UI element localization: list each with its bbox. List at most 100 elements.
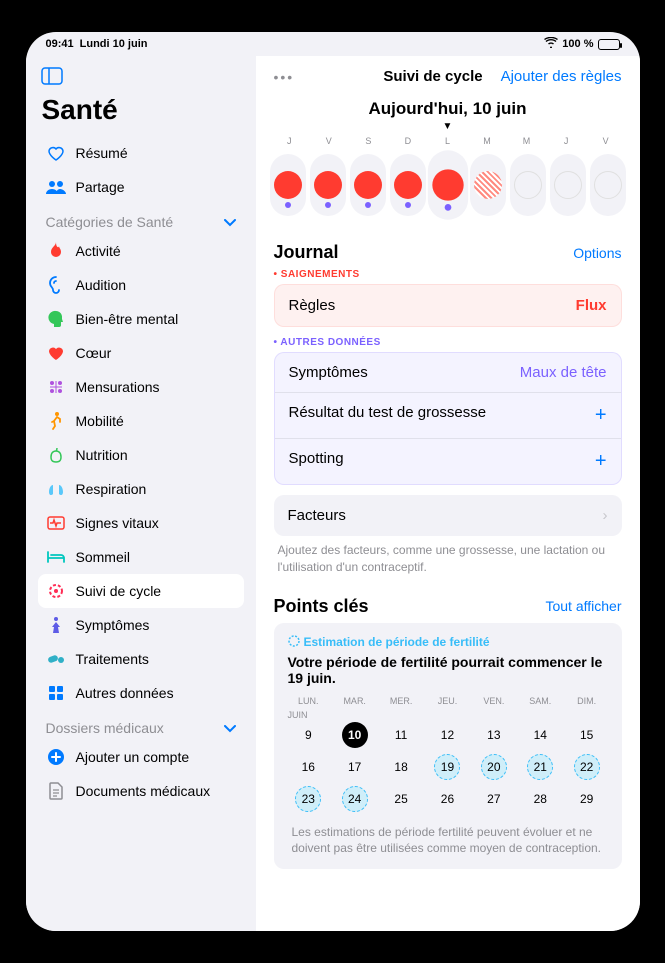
calendar-day[interactable]: 25 bbox=[380, 786, 422, 812]
calendar-day[interactable]: 26 bbox=[427, 786, 469, 812]
records-header[interactable]: Dossiers médicaux bbox=[38, 710, 244, 740]
status-time: 09:41 bbox=[46, 38, 74, 50]
cycle-day[interactable] bbox=[550, 154, 586, 216]
journal-row[interactable]: Résultat du test de grossesse+ bbox=[275, 393, 621, 439]
sidebar-item-autres-données[interactable]: Autres données bbox=[38, 676, 244, 710]
wifi-icon bbox=[544, 37, 558, 51]
period-indicator bbox=[474, 171, 502, 199]
cycle-day[interactable] bbox=[310, 154, 346, 216]
heart-icon bbox=[46, 343, 66, 363]
calendar-day[interactable]: 15 bbox=[566, 722, 608, 748]
ruler-icon bbox=[46, 377, 66, 397]
sidebar-item-sommeil[interactable]: Sommeil bbox=[38, 540, 244, 574]
sidebar-item-label: Signes vitaux bbox=[76, 515, 159, 531]
sidebar-item-label: Mobilité bbox=[76, 413, 124, 429]
period-indicator bbox=[514, 171, 542, 199]
more-icon[interactable]: ••• bbox=[274, 69, 295, 85]
sidebar-item-activité[interactable]: Activité bbox=[38, 234, 244, 268]
sidebar-item-label: Résumé bbox=[76, 145, 128, 161]
show-all-button[interactable]: Tout afficher bbox=[545, 598, 621, 614]
sidebar-item-bien-être-mental[interactable]: Bien-être mental bbox=[38, 302, 244, 336]
sidebar-item-mobilité[interactable]: Mobilité bbox=[38, 404, 244, 438]
calendar-day[interactable]: 19 bbox=[427, 754, 469, 780]
sidebar-item-label: Partage bbox=[76, 179, 125, 195]
calendar-day[interactable]: 10 bbox=[334, 722, 376, 748]
sidebar-item-suivi-de-cycle[interactable]: Suivi de cycle bbox=[38, 574, 244, 608]
sidebar-item-signes-vitaux[interactable]: Signes vitaux bbox=[38, 506, 244, 540]
sidebar-toggle-icon[interactable] bbox=[38, 64, 66, 88]
symptom-dot bbox=[405, 202, 411, 208]
sidebar-item-résumé[interactable]: Résumé bbox=[38, 136, 244, 170]
sidebar-item-partage[interactable]: Partage bbox=[38, 170, 244, 204]
sidebar-item-label: Symptômes bbox=[76, 617, 150, 633]
calendar-day[interactable]: 18 bbox=[380, 754, 422, 780]
journal-options-button[interactable]: Options bbox=[573, 245, 621, 261]
symptom-dot bbox=[444, 204, 451, 211]
calendar-day[interactable]: 23 bbox=[288, 786, 330, 812]
grid-icon bbox=[46, 683, 66, 703]
cycle-day[interactable] bbox=[427, 150, 467, 219]
cycle-day[interactable] bbox=[510, 154, 546, 216]
sidebar-item-symptômes[interactable]: Symptômes bbox=[38, 608, 244, 642]
calendar-hint: Les estimations de période fertilité peu… bbox=[288, 818, 608, 858]
calendar-day[interactable]: 22 bbox=[566, 754, 608, 780]
calendar-day[interactable]: 9 bbox=[288, 722, 330, 748]
calendar-day[interactable]: 20 bbox=[473, 754, 515, 780]
status-bar: 09:41 Lundi 10 juin 100 % bbox=[26, 32, 640, 56]
sidebar-item-label: Nutrition bbox=[76, 447, 128, 463]
calendar-day[interactable]: 17 bbox=[334, 754, 376, 780]
calendar-day[interactable]: 24 bbox=[334, 786, 376, 812]
calendar-day[interactable]: 21 bbox=[519, 754, 561, 780]
add-period-button[interactable]: Ajouter des règles bbox=[501, 68, 622, 85]
sidebar-item-audition[interactable]: Audition bbox=[38, 268, 244, 302]
journal-row[interactable]: Spotting+ bbox=[275, 439, 621, 484]
cycle-day[interactable] bbox=[270, 154, 306, 216]
calendar-day[interactable]: 14 bbox=[519, 722, 561, 748]
fertility-card[interactable]: Estimation de période de fertilité Votre… bbox=[274, 623, 622, 870]
sidebar-item-respiration[interactable]: Respiration bbox=[38, 472, 244, 506]
sidebar-item-mensurations[interactable]: Mensurations bbox=[38, 370, 244, 404]
cycle-day[interactable] bbox=[590, 154, 626, 216]
period-row[interactable]: Règles Flux bbox=[274, 284, 622, 327]
other-data-label: AUTRES DONNÉES bbox=[274, 337, 622, 348]
sidebar-item-ajouter-un-compte[interactable]: Ajouter un compte bbox=[38, 740, 244, 774]
cycle-icon bbox=[46, 581, 66, 601]
sidebar-item-cœur[interactable]: Cœur bbox=[38, 336, 244, 370]
calendar-day[interactable]: 27 bbox=[473, 786, 515, 812]
doc-icon bbox=[46, 781, 66, 801]
sidebar-item-label: Traitements bbox=[76, 651, 149, 667]
journal-row[interactable]: SymptômesMaux de tête bbox=[275, 353, 621, 393]
battery-icon bbox=[598, 39, 620, 50]
sidebar-item-documents-médicaux[interactable]: Documents médicaux bbox=[38, 774, 244, 808]
sidebar-item-traitements[interactable]: Traitements bbox=[38, 642, 244, 676]
sidebar: Santé RésuméPartage Catégories de Santé … bbox=[26, 56, 256, 931]
period-indicator bbox=[314, 171, 342, 199]
calendar-day[interactable]: 28 bbox=[519, 786, 561, 812]
factors-row[interactable]: Facteurs › bbox=[274, 495, 622, 536]
main-content: ••• Suivi de cycle Ajouter des règles Au… bbox=[256, 56, 640, 931]
cycle-day[interactable] bbox=[470, 154, 506, 216]
ear-icon bbox=[46, 275, 66, 295]
cycle-strip[interactable] bbox=[256, 146, 640, 232]
sidebar-item-label: Respiration bbox=[76, 481, 147, 497]
cycle-day[interactable] bbox=[350, 154, 386, 216]
period-indicator bbox=[554, 171, 582, 199]
sidebar-item-nutrition[interactable]: Nutrition bbox=[38, 438, 244, 472]
calendar-day[interactable]: 29 bbox=[566, 786, 608, 812]
cycle-day[interactable] bbox=[390, 154, 426, 216]
keypoints-title: Points clés bbox=[274, 596, 369, 617]
calendar-day[interactable]: 12 bbox=[427, 722, 469, 748]
symptom-dot bbox=[365, 202, 371, 208]
today-marker-icon: ▼ bbox=[256, 121, 640, 132]
battery-pct: 100 % bbox=[562, 38, 593, 50]
cal-month: JUIN bbox=[288, 710, 608, 720]
page-title: Suivi de cycle bbox=[383, 68, 482, 85]
calendar-day[interactable]: 13 bbox=[473, 722, 515, 748]
pills-icon bbox=[46, 649, 66, 669]
apple-icon bbox=[46, 445, 66, 465]
calendar-day[interactable]: 11 bbox=[380, 722, 422, 748]
categories-header[interactable]: Catégories de Santé bbox=[38, 204, 244, 234]
factors-hint: Ajoutez des facteurs, comme une grossess… bbox=[274, 536, 622, 576]
flame-icon bbox=[46, 241, 66, 261]
calendar-day[interactable]: 16 bbox=[288, 754, 330, 780]
